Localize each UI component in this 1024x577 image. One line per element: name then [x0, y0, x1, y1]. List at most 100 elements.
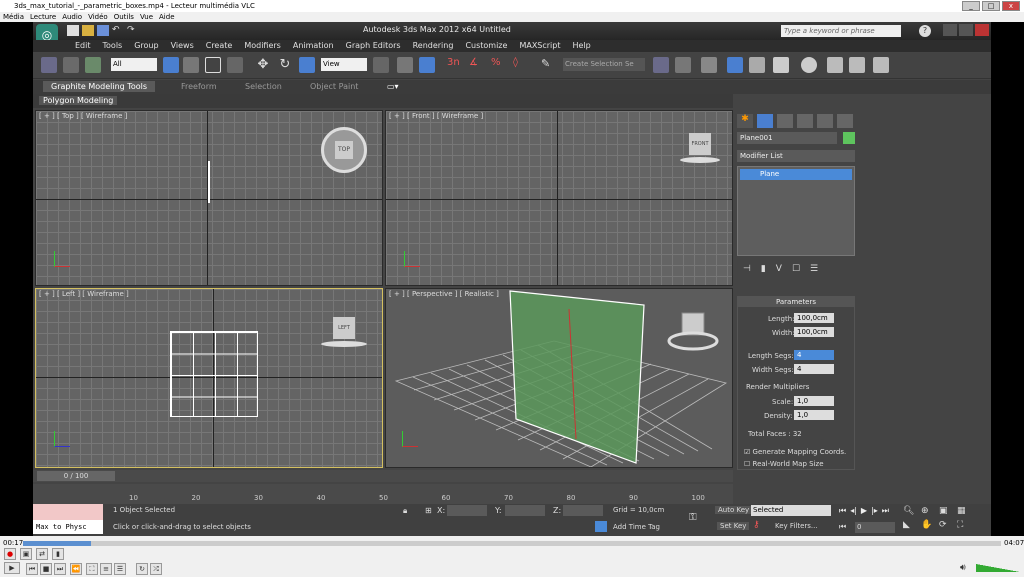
app-menu-item[interactable]: Views	[165, 40, 200, 52]
pan-icon[interactable]: ✋	[921, 520, 939, 530]
viewcube-face-left[interactable]: LEFT	[333, 317, 355, 339]
z-coordinate-field[interactable]	[563, 505, 603, 516]
slower-button[interactable]: ⏪	[70, 563, 82, 575]
seek-bar[interactable]	[23, 541, 1001, 546]
polygon-modeling-label[interactable]: Polygon Modeling	[39, 96, 118, 105]
rectangular-selection-icon[interactable]	[205, 57, 221, 73]
maximize-button[interactable]: □	[982, 1, 1000, 11]
app-menu-item[interactable]: Graph Editors	[340, 40, 407, 52]
configure-sets-icon[interactable]: ☰	[810, 264, 818, 274]
loop-ab-button[interactable]: ⇄	[36, 548, 48, 560]
search-input[interactable]: Type a keyword or phrase	[781, 25, 901, 37]
tab-selection[interactable]: Selection	[245, 82, 282, 91]
key-mode-icon[interactable]: ⏮	[839, 522, 846, 532]
redo-icon[interactable]: ↷	[127, 25, 139, 36]
named-selection-set-select[interactable]: Create Selection Se	[563, 58, 645, 71]
viewport-front[interactable]: [ + ] [ Front ] [ Wireframe ] FRONT	[385, 110, 733, 286]
mirror-icon[interactable]	[653, 57, 669, 73]
vlc-menu-item[interactable]: Lecture	[30, 12, 56, 22]
field-of-view-icon[interactable]: ◣	[903, 520, 921, 530]
app-close-button[interactable]	[975, 24, 989, 36]
time-slider[interactable]: 0 / 100	[37, 471, 115, 481]
viewcube-top[interactable]: TOP	[321, 127, 367, 173]
undo-icon[interactable]: ↶	[112, 25, 124, 36]
parameters-rollout-header[interactable]: Parameters	[738, 297, 854, 307]
app-maximize-button[interactable]	[959, 24, 973, 36]
object-name-field[interactable]: Plane001	[737, 132, 837, 144]
minimize-button[interactable]: _	[962, 1, 980, 11]
auto-key-button[interactable]: Auto Key	[715, 506, 753, 514]
app-menu-item[interactable]: Animation	[287, 40, 340, 52]
new-file-icon[interactable]	[67, 25, 79, 36]
object-color-swatch[interactable]	[843, 132, 855, 144]
y-coordinate-field[interactable]	[505, 505, 545, 516]
app-minimize-button[interactable]	[943, 24, 957, 36]
angle-snap-icon[interactable]: ∡	[469, 57, 485, 73]
x-coordinate-field[interactable]	[447, 505, 487, 516]
vlc-menu-item[interactable]: Vue	[140, 12, 153, 22]
viewport-label-left[interactable]: [ + ] [ Left ] [ Wireframe ]	[39, 290, 129, 298]
key-mode-select[interactable]: Selected	[751, 505, 831, 516]
maximize-viewport-icon[interactable]: ⛶	[957, 520, 975, 530]
zoom-all-icon[interactable]: ⊕	[921, 506, 939, 516]
random-button[interactable]: ⤮	[150, 563, 162, 575]
snapshot-button[interactable]: ▣	[20, 548, 32, 560]
tab-freeform[interactable]: Freeform	[181, 82, 217, 91]
tab-object-paint[interactable]: Object Paint	[310, 82, 358, 91]
stop-button[interactable]: ■	[40, 563, 52, 575]
schematic-view-icon[interactable]	[773, 57, 789, 73]
set-key-icon[interactable]: ⚷	[753, 520, 760, 530]
go-to-end-icon[interactable]: ⏭	[882, 506, 889, 516]
rendered-frame-icon[interactable]	[849, 57, 865, 73]
vlc-menu-item[interactable]: Vidéo	[88, 12, 108, 22]
create-tab-icon[interactable]: ✱	[737, 114, 753, 128]
real-world-checkbox[interactable]: ☐ Real-World Map Size	[744, 460, 824, 468]
app-menu-item[interactable]: Edit	[69, 40, 97, 52]
open-file-icon[interactable]	[82, 25, 94, 36]
absolute-mode-icon[interactable]: ⊞	[425, 506, 432, 515]
vlc-menu-item[interactable]: Audio	[62, 12, 82, 22]
stack-item-plane[interactable]: Plane	[740, 169, 852, 180]
add-time-tag-label[interactable]: Add Time Tag	[613, 523, 660, 531]
close-button[interactable]: x	[1002, 1, 1020, 11]
key-filters-button[interactable]: Key Filters...	[775, 522, 818, 530]
vlc-menu-item[interactable]: Média	[3, 12, 24, 22]
width-field[interactable]: 100,0cm	[794, 327, 834, 337]
viewport-label-top[interactable]: [ + ] [ Top ] [ Wireframe ]	[39, 112, 127, 120]
pivot-icon[interactable]	[373, 57, 389, 73]
modifier-list-select[interactable]: Modifier List	[737, 150, 855, 162]
graphite-toggle-icon[interactable]	[727, 57, 743, 73]
app-menu-item[interactable]: Group	[128, 40, 164, 52]
modify-tab-icon[interactable]	[757, 114, 773, 128]
spinner-snap-icon[interactable]: ◊	[513, 57, 529, 73]
curve-editor-icon[interactable]	[749, 57, 765, 73]
rotate-icon[interactable]: ↻	[277, 57, 293, 73]
viewport-perspective[interactable]: [ + ] [ Perspective ] [ Realistic ]	[385, 288, 733, 468]
motion-tab-icon[interactable]	[797, 114, 813, 128]
viewport-label-front[interactable]: [ + ] [ Front ] [ Wireframe ]	[389, 112, 483, 120]
vlc-menu-item[interactable]: Aide	[159, 12, 174, 22]
show-end-result-icon[interactable]: ▮	[761, 264, 766, 274]
help-icon[interactable]: ?	[919, 25, 931, 37]
hierarchy-tab-icon[interactable]	[777, 114, 793, 128]
fullscreen-button[interactable]: ⛶	[86, 563, 98, 575]
viewcube-face-top[interactable]: TOP	[335, 141, 353, 159]
frame-step-button[interactable]: ▮	[52, 548, 64, 560]
app-menu-item[interactable]: Tools	[97, 40, 129, 52]
render-setup-icon[interactable]	[827, 57, 843, 73]
play-icon[interactable]: ▶	[861, 506, 867, 516]
ribbon-options-icon[interactable]: ▭▾	[387, 82, 399, 91]
make-unique-icon[interactable]: Ⅴ	[776, 264, 782, 274]
previous-button[interactable]: ⏮	[26, 563, 38, 575]
align-icon[interactable]	[675, 57, 691, 73]
zoom-extents-icon[interactable]: ▣	[939, 506, 957, 516]
app-menu-item[interactable]: Create	[200, 40, 239, 52]
reference-coord-select[interactable]: View	[321, 58, 367, 71]
volume-icon[interactable]: 🔊︎	[960, 563, 966, 573]
viewcube-face-front[interactable]: FRONT	[689, 133, 711, 155]
render-production-icon[interactable]	[873, 57, 889, 73]
set-key-button[interactable]: Set Key	[717, 522, 750, 530]
vlc-menu-item[interactable]: Outils	[114, 12, 134, 22]
app-menu-item[interactable]: Customize	[459, 40, 513, 52]
gen-mapping-checkbox[interactable]: ☑ Generate Mapping Coords.	[744, 448, 846, 456]
